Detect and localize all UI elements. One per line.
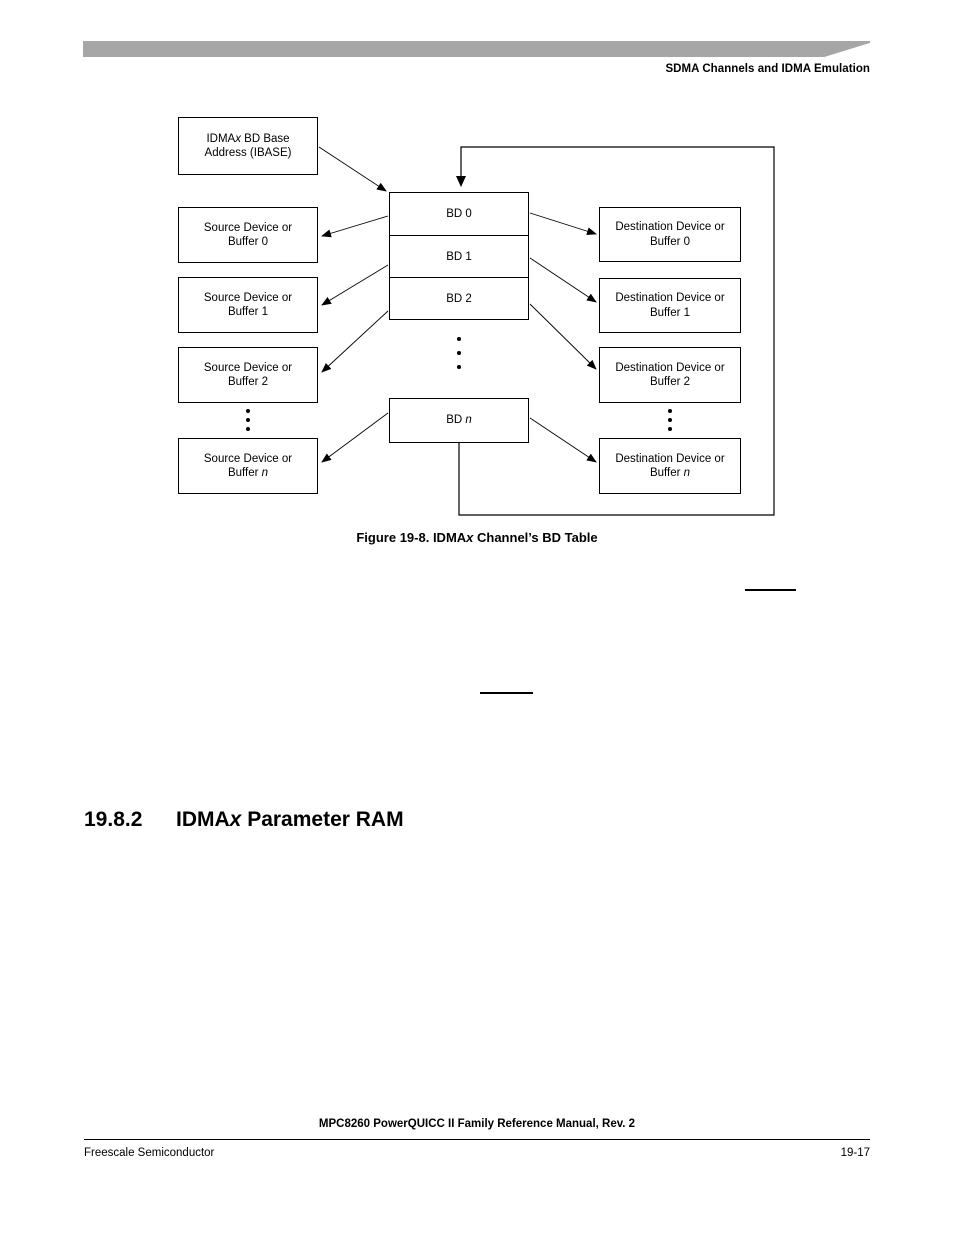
source-box-2-line2-pre: Buffer <box>227 376 262 388</box>
section-title-italic: x <box>229 808 242 831</box>
destination-box-1: Destination Device or Buffer 1 <box>599 278 741 333</box>
stray-rule-lower <box>480 692 533 694</box>
bd-cell-0-label: BD 0 <box>446 208 472 221</box>
source-box-n-line2-pre: Buffer <box>227 467 262 479</box>
arrow-bd1-to-destination1 <box>529 257 597 303</box>
document-page: SDMA Channels and IDMA Emulation IDMAx B… <box>0 0 954 1235</box>
footer-company: Freescale Semiconductor <box>84 1147 215 1159</box>
destination-box-2-line1: Destination Device or <box>615 361 725 374</box>
bd-cell-0: BD 0 <box>390 193 528 235</box>
bd-table-group: BD 0 BD 1 BD 2 <box>389 192 529 320</box>
destination-box-2: Destination Device or Buffer 2 <box>599 347 741 403</box>
destination-box-0-line1: Destination Device or <box>615 221 725 233</box>
footer-page-number: 19-17 <box>840 1147 870 1159</box>
source-box-1-line2-value: 1 <box>261 306 269 318</box>
arrow-bdn-to-destinationn <box>529 417 597 463</box>
footer-divider <box>84 1139 870 1141</box>
source-box-1-line1: Source Device or <box>203 291 293 304</box>
arrow-bdn-to-sourcen <box>321 412 389 463</box>
destination-box-2-line2-value: 2 <box>683 376 691 388</box>
arrow-bd0-to-source0 <box>321 215 389 238</box>
source-box-n-line1: Source Device or <box>203 452 293 465</box>
arrow-bd0-to-destination0 <box>529 212 597 236</box>
bd-ellipsis-dots <box>454 337 464 369</box>
destination-box-1-line2-value: 1 <box>683 306 691 319</box>
source-box-n: Source Device or Buffer n <box>178 438 318 494</box>
bd-box-n: BD n <box>389 398 529 443</box>
source-box-0-line2-value: 0 <box>261 236 269 248</box>
destination-box-0: Destination Device or Buffer 0 <box>599 207 741 262</box>
footer-manual-title: MPC8260 PowerQUICC II Family Reference M… <box>318 1118 636 1130</box>
destination-ellipsis-dots <box>665 409 675 431</box>
bd-box-n-pre: BD <box>446 414 466 427</box>
arrow-ibase-to-bd0 <box>318 146 387 192</box>
figure-caption: Figure 19-8. IDMAx Channel’s BD Table <box>0 530 954 545</box>
bd-box-n-italic: n <box>465 414 472 427</box>
section-title-pre: IDMA <box>176 808 230 831</box>
arrow-bd1-to-source1 <box>321 264 389 306</box>
figure-19-8: IDMAx BD Base Address (IBASE) Source Dev… <box>0 0 954 560</box>
destination-box-n-line2-value: n <box>683 467 691 479</box>
source-box-2-line1: Source Device or <box>203 361 293 374</box>
arrow-bd2-to-source2 <box>321 310 389 373</box>
source-box-0: Source Device or Buffer 0 <box>178 207 318 263</box>
source-box-2-line2-value: 2 <box>261 376 269 388</box>
ibase-box: IDMAx BD Base Address (IBASE) <box>178 117 318 175</box>
section-number: 19.8.2 <box>84 808 143 831</box>
source-box-2: Source Device or Buffer 2 <box>178 347 318 403</box>
figure-caption-prefix: Figure 19-8. IDMA <box>356 530 467 545</box>
section-title-post: Parameter RAM <box>241 808 404 831</box>
arrow-bd2-to-destination2 <box>529 303 597 370</box>
bd-cell-2: BD 2 <box>390 277 528 319</box>
ibase-line1-pre: IDMA <box>206 132 236 145</box>
source-box-1-line2-pre: Buffer <box>227 306 262 318</box>
destination-box-n-line1: Destination Device or <box>615 452 725 465</box>
source-box-0-line2-pre: Buffer <box>227 236 262 248</box>
destination-box-0-line2-value: 0 <box>683 235 691 248</box>
stray-rule-upper <box>745 589 796 591</box>
source-box-0-line1: Source Device or <box>203 221 293 234</box>
source-box-n-line2-value: n <box>261 467 269 479</box>
bd-cell-1: BD 1 <box>390 235 528 277</box>
destination-box-n: Destination Device or Buffer n <box>599 438 741 494</box>
source-ellipsis-dots <box>243 409 253 431</box>
destination-box-1-line1: Destination Device or <box>615 292 725 304</box>
ibase-line1-post: BD Base <box>240 132 290 145</box>
destination-box-2-line2-pre: Buffer <box>649 376 684 388</box>
figure-caption-suffix: Channel’s BD Table <box>473 530 598 545</box>
bd-cell-1-label: BD 1 <box>446 250 472 263</box>
ibase-line2: Address (IBASE) <box>204 147 292 159</box>
source-box-1: Source Device or Buffer 1 <box>178 277 318 333</box>
section-heading: 19.8.2 IDMAx Parameter RAM <box>84 808 404 832</box>
destination-box-1-line2-pre: Buffer <box>649 306 684 319</box>
destination-box-n-line2-pre: Buffer <box>649 467 684 479</box>
destination-box-0-line2-pre: Buffer <box>649 235 684 248</box>
bd-cell-2-label: BD 2 <box>446 292 472 305</box>
